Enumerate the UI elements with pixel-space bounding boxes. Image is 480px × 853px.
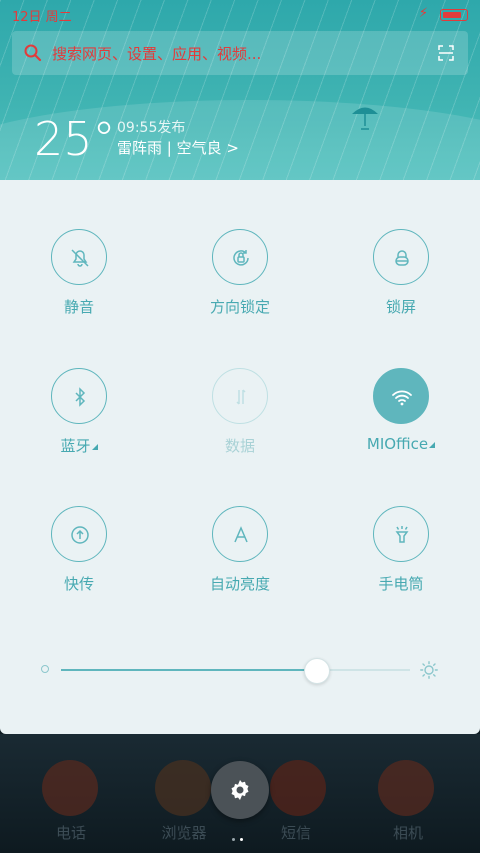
search-placeholder: 搜索网页、设置、应用、视频... bbox=[52, 45, 262, 63]
umbrella-icon bbox=[352, 107, 378, 130]
settings-button[interactable] bbox=[211, 761, 269, 819]
brightness-low-icon bbox=[41, 665, 49, 673]
bell-off-icon bbox=[51, 229, 107, 285]
wifi-icon bbox=[373, 368, 429, 424]
tile-rotation-lock[interactable]: 方向锁定 bbox=[180, 229, 300, 317]
status-bar: 12日 周二 ⚡ bbox=[12, 6, 468, 25]
lock-icon bbox=[373, 229, 429, 285]
data-icon bbox=[212, 368, 268, 424]
bluetooth-icon bbox=[51, 368, 107, 424]
tile-lock-screen[interactable]: 锁屏 bbox=[341, 229, 461, 317]
brightness-thumb[interactable] bbox=[303, 658, 330, 684]
tile-auto-brightness[interactable]: 自动亮度 bbox=[180, 506, 300, 594]
tile-mobile-data[interactable]: 数据 bbox=[180, 368, 300, 456]
camera-app-icon[interactable] bbox=[378, 760, 434, 816]
tile-label: 手电筒 bbox=[378, 575, 424, 593]
dock-label-browser: 浏览器 bbox=[161, 824, 207, 842]
tile-mute[interactable]: 静音 bbox=[19, 229, 139, 317]
expand-indicator bbox=[91, 443, 98, 450]
status-date: 12日 周二 bbox=[12, 10, 72, 25]
search-icon bbox=[24, 44, 42, 62]
tile-quick-transfer[interactable]: 快传 bbox=[19, 506, 139, 594]
battery-icon bbox=[440, 9, 468, 21]
brightness-high-icon bbox=[420, 661, 438, 679]
tile-label: 蓝牙 bbox=[19, 435, 139, 456]
gear-icon bbox=[231, 780, 249, 800]
tile-label: 静音 bbox=[63, 298, 94, 316]
weather-publish-time: 09:55发布 bbox=[117, 120, 186, 136]
tile-label: 数据 bbox=[224, 437, 255, 455]
messages-app-icon[interactable] bbox=[270, 760, 326, 816]
tile-label: MIOffice bbox=[341, 435, 461, 453]
auto-brightness-icon bbox=[212, 506, 268, 562]
flashlight-icon bbox=[373, 506, 429, 562]
dock-label-messages: 短信 bbox=[280, 824, 311, 842]
charging-icon: ⚡ bbox=[418, 6, 428, 21]
dock-label-phone: 电话 bbox=[55, 824, 86, 842]
expand-indicator bbox=[429, 441, 436, 448]
scan-icon[interactable] bbox=[438, 45, 454, 61]
tile-wifi[interactable]: MIOffice bbox=[341, 368, 461, 453]
tile-label: 自动亮度 bbox=[209, 575, 270, 593]
transfer-icon bbox=[51, 506, 107, 562]
tile-flashlight[interactable]: 手电筒 bbox=[341, 506, 461, 594]
quick-settings-panel: 静音 方向锁定 锁屏 蓝牙 数据 MIOffice 快传 自动亮度 手电筒 bbox=[0, 180, 480, 734]
weather-description[interactable]: 雷阵雨 | 空气良 > bbox=[117, 137, 239, 158]
tile-bluetooth[interactable]: 蓝牙 bbox=[19, 368, 139, 456]
brightness-fill bbox=[61, 669, 316, 671]
brightness-slider[interactable] bbox=[61, 669, 410, 671]
phone-app-icon[interactable] bbox=[42, 760, 98, 816]
temperature[interactable]: 25° bbox=[34, 112, 116, 166]
tile-label: 锁屏 bbox=[385, 298, 416, 316]
browser-app-icon[interactable] bbox=[155, 760, 211, 816]
search-bar[interactable]: 搜索网页、设置、应用、视频... bbox=[12, 31, 468, 75]
dock-label-camera: 相机 bbox=[392, 824, 423, 842]
tile-label: 方向锁定 bbox=[209, 298, 270, 316]
tile-label: 快传 bbox=[63, 575, 94, 593]
page-indicator bbox=[232, 826, 248, 841]
rotation-lock-icon bbox=[212, 229, 268, 285]
